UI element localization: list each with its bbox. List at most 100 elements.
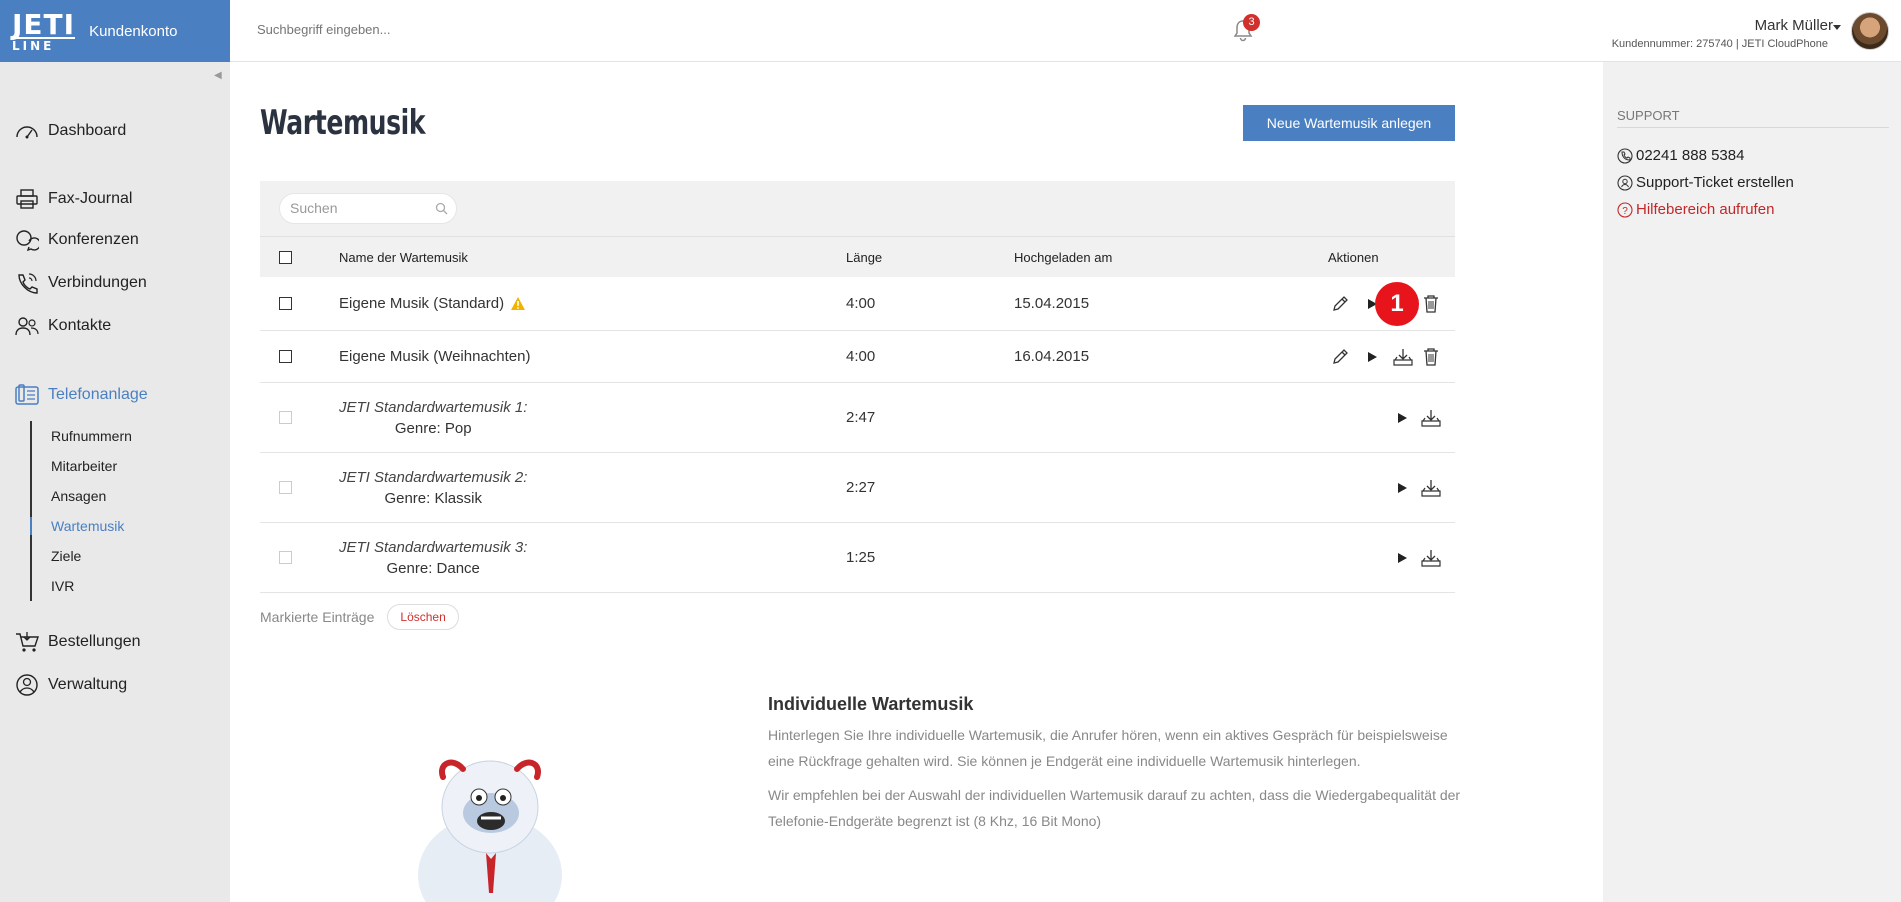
yeti-mascot-illustration bbox=[418, 759, 562, 902]
music-genre: Genre: Dance bbox=[386, 559, 480, 577]
music-name: Eigene Musik (Weihnachten) bbox=[339, 348, 531, 365]
column-header-actions: Aktionen bbox=[1328, 249, 1379, 265]
pbx-icon bbox=[14, 384, 40, 406]
support-phone-label: 02241 888 5384 bbox=[1636, 147, 1745, 164]
sidebar-item-label: Kontakte bbox=[48, 317, 112, 334]
brand-header: JETI LINE Kundenkonto bbox=[0, 0, 230, 62]
table-search bbox=[279, 193, 457, 224]
chevron-down-icon[interactable] bbox=[1833, 25, 1841, 30]
download-icon[interactable] bbox=[1421, 383, 1441, 452]
global-search-input[interactable] bbox=[257, 22, 557, 37]
user-circle-icon bbox=[14, 674, 40, 696]
sidebar-item-bestellungen[interactable]: Bestellungen bbox=[14, 629, 141, 655]
user-menu[interactable]: Mark Müller bbox=[1755, 17, 1833, 34]
info-paragraph: Hinterlegen Sie Ihre individuelle Wartem… bbox=[768, 727, 1448, 769]
table-toolbar bbox=[260, 181, 1455, 236]
row-checkbox[interactable] bbox=[279, 350, 292, 363]
edit-icon[interactable] bbox=[1331, 277, 1349, 330]
info-title: Individuelle Wartemusik bbox=[768, 694, 974, 714]
speedometer-icon bbox=[14, 120, 40, 142]
warning-icon[interactable] bbox=[510, 296, 526, 311]
music-length: 2:47 bbox=[846, 409, 876, 426]
page-title: Wartemusik bbox=[260, 103, 426, 143]
notification-badge: 3 bbox=[1243, 14, 1260, 31]
sidebar-item-dashboard[interactable]: Dashboard bbox=[14, 118, 126, 144]
table-header: Name der Wartemusik Länge Hochgeladen am… bbox=[260, 236, 1455, 277]
printer-icon bbox=[14, 188, 40, 210]
sidebar-item-label: Konferenzen bbox=[48, 231, 139, 248]
new-wartemusik-button[interactable]: Neue Wartemusik anlegen bbox=[1243, 105, 1455, 141]
music-name: JETI Standardwartemusik 1: bbox=[339, 398, 528, 416]
avatar[interactable] bbox=[1851, 12, 1889, 50]
music-name: JETI Standardwartemusik 2: bbox=[339, 468, 528, 486]
edit-icon[interactable] bbox=[1331, 331, 1349, 382]
jeti-line-logo[interactable]: JETI LINE bbox=[12, 7, 76, 52]
column-header-uploaded[interactable]: Hochgeladen am bbox=[1014, 237, 1112, 277]
support-ticket-link[interactable]: Support-Ticket erstellen bbox=[1617, 174, 1794, 191]
download-icon[interactable] bbox=[1421, 453, 1441, 522]
support-ticket-label: Support-Ticket erstellen bbox=[1636, 174, 1794, 191]
row-checkbox[interactable] bbox=[279, 297, 292, 310]
bulk-actions: Markierte Einträge Löschen bbox=[260, 604, 459, 630]
chat-bubbles-icon bbox=[14, 229, 40, 251]
sidebar-item-kontakte[interactable]: Kontakte bbox=[14, 313, 111, 339]
table-row: JETI Standardwartemusik 3: Genre: Dance … bbox=[260, 523, 1455, 593]
row-checkbox bbox=[279, 481, 292, 494]
music-genre: Genre: Pop bbox=[394, 419, 472, 437]
bulk-delete-button[interactable]: Löschen bbox=[387, 604, 459, 630]
play-icon[interactable] bbox=[1366, 331, 1378, 382]
play-icon[interactable] bbox=[1396, 523, 1408, 592]
telefonanlage-subnav: Rufnummern Mitarbeiter Ansagen Wartemusi… bbox=[30, 421, 132, 601]
trash-icon[interactable] bbox=[1423, 331, 1439, 382]
sidebar-item-fax-journal[interactable]: Fax-Journal bbox=[14, 186, 132, 212]
sidebar-item-verwaltung[interactable]: Verwaltung bbox=[14, 672, 127, 698]
section-title: Kundenkonto bbox=[89, 22, 178, 40]
sidebar-subitem-mitarbeiter[interactable]: Mitarbeiter bbox=[32, 451, 132, 481]
row-checkbox bbox=[279, 411, 292, 424]
sidebar-item-label: Fax-Journal bbox=[48, 190, 133, 207]
music-length: 4:00 bbox=[846, 295, 876, 312]
phone-icon bbox=[14, 272, 40, 294]
sidebar-item-label: Bestellungen bbox=[48, 633, 141, 650]
column-header-length[interactable]: Länge bbox=[846, 237, 882, 277]
divider bbox=[1617, 127, 1889, 128]
play-icon[interactable] bbox=[1396, 453, 1408, 522]
music-genre: Genre: Klassik bbox=[384, 489, 482, 507]
help-label: Hilfebereich aufrufen bbox=[1636, 201, 1775, 218]
step-marker: 1 bbox=[1375, 282, 1419, 326]
sidebar-item-konferenzen[interactable]: Konferenzen bbox=[14, 227, 139, 253]
sidebar-subitem-ivr[interactable]: IVR bbox=[32, 571, 132, 601]
customer-info: Kundennummer: 275740 | JETI CloudPhone bbox=[1611, 38, 1828, 50]
table-row: JETI Standardwartemusik 1: Genre: Pop 2:… bbox=[260, 383, 1455, 453]
collapse-sidebar-icon[interactable]: ◀ bbox=[214, 70, 222, 81]
search-icon bbox=[435, 202, 448, 215]
help-icon: ? bbox=[1617, 201, 1633, 218]
sidebar-subitem-rufnummern[interactable]: Rufnummern bbox=[32, 421, 132, 451]
select-all-checkbox[interactable] bbox=[279, 250, 292, 264]
music-name: Eigene Musik (Standard) bbox=[339, 295, 505, 312]
sidebar-subitem-wartemusik[interactable]: Wartemusik bbox=[30, 511, 132, 541]
table-search-input[interactable] bbox=[290, 200, 420, 216]
play-icon[interactable] bbox=[1396, 383, 1408, 452]
sidebar-item-label: Telefonanlage bbox=[48, 386, 148, 403]
music-uploaded: 16.04.2015 bbox=[1014, 348, 1090, 365]
sidebar-item-telefonanlage[interactable]: Telefonanlage bbox=[14, 382, 148, 408]
wartemusik-table: Name der Wartemusik Länge Hochgeladen am… bbox=[260, 181, 1455, 593]
help-link[interactable]: ? Hilfebereich aufrufen bbox=[1617, 201, 1774, 218]
music-length: 2:27 bbox=[846, 479, 876, 496]
table-row: JETI Standardwartemusik 2: Genre: Klassi… bbox=[260, 453, 1455, 523]
trash-icon[interactable] bbox=[1423, 277, 1439, 330]
support-phone[interactable]: 02241 888 5384 bbox=[1617, 147, 1744, 164]
sidebar-item-label: Verbindungen bbox=[48, 274, 147, 291]
download-icon[interactable] bbox=[1393, 331, 1413, 382]
row-checkbox bbox=[279, 551, 292, 564]
sidebar-subitem-ansagen[interactable]: Ansagen bbox=[32, 481, 132, 511]
logo-text: JETI bbox=[12, 7, 76, 41]
column-header-name[interactable]: Name der Wartemusik bbox=[339, 237, 468, 277]
contacts-icon bbox=[14, 315, 40, 337]
sidebar-subitem-ziele[interactable]: Ziele bbox=[32, 541, 132, 571]
phone-icon bbox=[1617, 147, 1633, 164]
sidebar-item-verbindungen[interactable]: Verbindungen bbox=[14, 270, 147, 296]
download-icon[interactable] bbox=[1421, 523, 1441, 592]
sidebar-item-label: Dashboard bbox=[48, 122, 127, 139]
